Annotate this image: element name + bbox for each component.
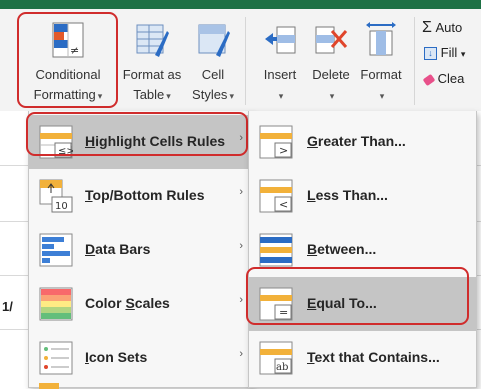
svg-text:≠: ≠ [70,44,79,57]
fill-button[interactable]: ↓ Fill ▾ [424,45,466,61]
grid-line [0,275,30,276]
grid-line [0,221,30,222]
grid-line [0,165,30,166]
conditional-formatting-icon: ≠ [52,22,84,58]
submenu-arrow-icon: › [239,348,243,360]
cell-styles-icon [198,24,230,57]
format-cells-icon [366,22,396,56]
clear-button[interactable]: Clea [422,71,465,86]
less-than-icon: < [259,179,293,213]
submenu-item-greater-than[interactable]: > Greater Than... [249,115,476,169]
format-as-table-icon [136,24,169,57]
top-bottom-icon: 10 [39,179,73,213]
autosum-label: Auto [435,20,463,35]
highlight-cells-icon: ≤> [39,125,73,159]
insert-label: Insert [263,67,297,82]
sigma-icon: Σ [422,19,432,36]
conditional-formatting-label-2: Formatting [33,87,96,102]
cell-fragment: 1/ [2,299,13,314]
cell-styles-label-1: Cell [201,67,225,82]
delete-cells-icon [315,26,348,54]
highlight-cells-rules-submenu: > Greater Than... < Less Than... Between… [248,111,477,388]
svg-text:=: = [279,306,288,319]
menu-item-highlight-cells-rules[interactable]: ≤> Highlight Cells Rules › [29,115,251,169]
format-as-table-label-2: Table [133,87,165,102]
dropdown-caret-icon: ▾ [97,91,103,101]
grid-line [0,329,30,330]
between-icon [259,233,293,267]
menu-item-data-bars[interactable]: Data Bars › [29,223,251,277]
submenu-arrow-icon: › [239,132,243,144]
menu-item-color-scales[interactable]: Color Scales › [29,277,251,331]
submenu-item-between[interactable]: Between... [249,223,476,277]
submenu-item-less-than[interactable]: < Less Than... [249,169,476,223]
submenu-arrow-icon: › [239,294,243,306]
conditional-formatting-button[interactable]: ≠ Conditional Formatting ▾ [22,9,114,109]
icon-sets-icon [39,341,73,375]
svg-text:<: < [279,198,288,211]
dropdown-caret-icon: ▾ [329,91,335,101]
format-as-table-button[interactable]: Format as Table ▾ [116,9,188,109]
delete-label: Delete [312,67,350,82]
submenu-arrow-icon: › [239,186,243,198]
data-bars-icon [39,233,73,267]
cell-styles-label-2: Styles [192,87,228,102]
equal-to-icon: = [259,287,293,321]
ribbon-home-tab: ≠ Conditional Formatting ▾ Format as Tabl… [0,9,481,112]
submenu-item-equal-to[interactable]: = Equal To... [249,277,476,331]
title-bar-strip [0,0,481,9]
dropdown-caret-icon: ▾ [460,49,466,59]
text-contains-icon: ab [259,341,293,375]
menu-item-icon-sets[interactable]: Icon Sets › [29,331,251,385]
submenu-item-text-that-contains[interactable]: ab Text that Contains... [249,331,476,385]
dropdown-caret-icon: ▾ [379,91,385,101]
conditional-formatting-label-1: Conditional [35,67,101,82]
greater-than-icon: > [259,125,293,159]
svg-text:>: > [279,144,288,157]
group-separator [414,17,415,105]
conditional-formatting-menu: ≤> Highlight Cells Rules › 10 Top/Bottom… [28,111,252,389]
submenu-arrow-icon: › [239,240,243,252]
svg-text:10: 10 [55,201,68,212]
dropdown-caret-icon: ▾ [278,91,284,101]
next-menu-item-icon [39,383,59,389]
menu-item-top-bottom-rules[interactable]: 10 Top/Bottom Rules › [29,169,251,223]
fill-down-icon: ↓ [424,47,437,61]
format-button[interactable]: Format ▾ [356,9,406,109]
format-as-table-label-1: Format as [122,67,182,82]
insert-button[interactable]: Insert ▾ [256,9,304,109]
fill-label: Fill [440,45,458,60]
clear-label: Clea [437,71,465,86]
insert-cells-icon [265,26,296,54]
group-separator [245,17,246,105]
color-scales-icon [39,287,73,321]
svg-text:ab: ab [276,362,288,373]
dropdown-caret-icon: ▾ [166,91,171,101]
svg-text:≤>: ≤> [58,146,73,157]
delete-button[interactable]: Delete ▾ [306,9,356,109]
format-label: Format [360,67,402,82]
cell-styles-button[interactable]: Cell Styles ▾ [186,9,240,109]
autosum-button[interactable]: Σ Auto [422,19,462,37]
eraser-icon [422,73,436,86]
dropdown-caret-icon: ▾ [229,91,234,101]
